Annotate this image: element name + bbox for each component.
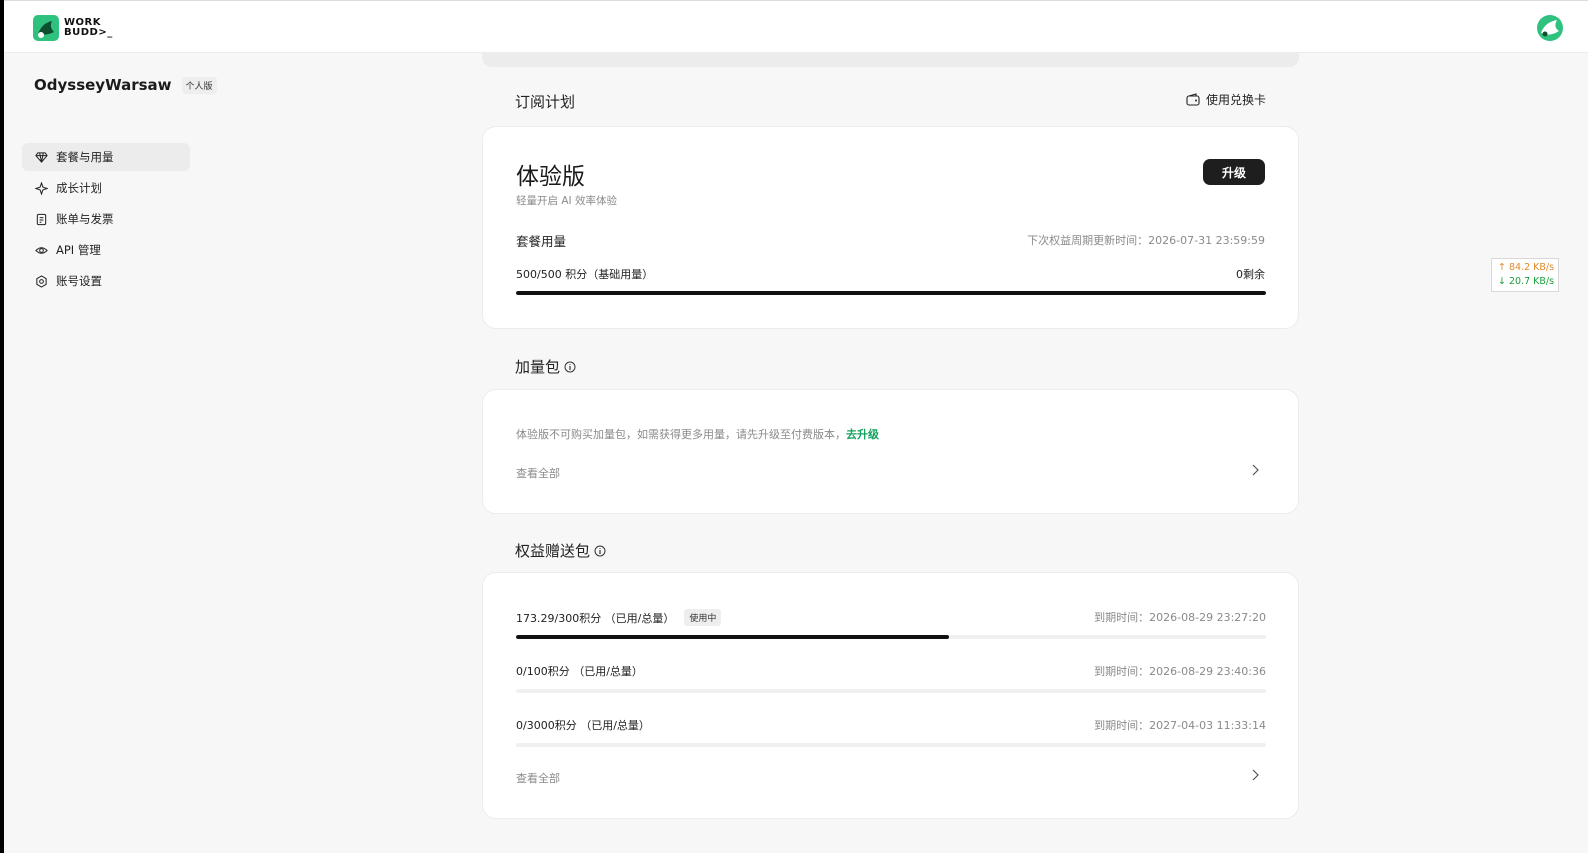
- logo-wordmark: WORK BUDD>_: [64, 18, 113, 38]
- grant-amount: 0/3000积分 （已用/总量）: [516, 719, 650, 732]
- grant-progress-bar: [516, 635, 1266, 639]
- sidebar-item-label: 套餐与用量: [56, 150, 114, 164]
- sidebar-item-label: 账单与发票: [56, 212, 114, 226]
- sidebar-item-account-settings[interactable]: 账号设置: [22, 267, 190, 295]
- grant-amount-wrap: 173.29/300积分 （已用/总量） 使用中: [516, 609, 722, 626]
- network-speed-widget: ↑ 84.2 KB/s ↓ 20.7 KB/s: [1491, 258, 1559, 292]
- download-speed: ↓ 20.7 KB/s: [1498, 276, 1555, 287]
- go-upgrade-link[interactable]: 去升级: [846, 428, 879, 441]
- grant-amount-wrap: 0/100积分 （已用/总量）: [516, 663, 643, 679]
- usage-progress-fill: [516, 291, 1266, 295]
- sidebar-item-label: API 管理: [56, 243, 101, 257]
- info-icon[interactable]: [564, 361, 576, 373]
- grant-expiry: 到期时间：2026-08-29 23:27:20: [1094, 611, 1266, 624]
- sidebar-nav: 套餐与用量 成长计划 账单与发票 API 管理 账号设置: [22, 143, 190, 298]
- sidebar-item-label: 账号设置: [56, 274, 102, 288]
- grant-progress-fill: [516, 635, 950, 639]
- addon-view-all-link[interactable]: 查看全部: [516, 465, 560, 481]
- grants-view-all-link[interactable]: 查看全部: [516, 770, 560, 786]
- usage-remaining: 0剩余: [1236, 268, 1265, 281]
- previous-card-bottom: [482, 53, 1299, 67]
- plan-description: 轻量开启 AI 效率体验: [516, 195, 617, 207]
- grant-amount: 0/100积分 （已用/总量）: [516, 665, 643, 678]
- subscription-card: 体验版 轻量开启 AI 效率体验 升级 套餐用量 下次权益周期更新时间：2026…: [482, 126, 1299, 329]
- receipt-icon: [36, 213, 47, 225]
- upload-speed: ↑ 84.2 KB/s: [1498, 262, 1555, 273]
- logo-icon: [33, 15, 59, 41]
- app-logo[interactable]: WORK BUDD>_: [32, 14, 113, 42]
- usage-progress-bar: [516, 291, 1266, 295]
- addon-section-title: 加量包: [515, 356, 576, 377]
- plan-name: 体验版: [516, 164, 585, 190]
- logo-text-line2: BUDD>_: [64, 27, 113, 38]
- usage-title: 套餐用量: [516, 234, 567, 249]
- subscription-section-title: 订阅计划: [515, 91, 575, 112]
- top-bar: WORK BUDD>_: [4, 0, 1588, 53]
- sidebar-item-growth-plan[interactable]: 成长计划: [22, 174, 190, 202]
- addon-card: 体验版不可购买加量包，如需获得更多用量，请先升级至付费版本，去升级 查看全部: [482, 389, 1299, 514]
- sidebar-item-plan-usage[interactable]: 套餐与用量: [22, 143, 190, 171]
- chevron-right-icon[interactable]: [1250, 464, 1260, 476]
- wallet-icon: [1186, 93, 1200, 106]
- gear-icon: [36, 274, 47, 288]
- grants-section-title: 权益赠送包: [515, 540, 606, 561]
- usage-amount: 500/500 积分（基础用量）: [516, 268, 654, 281]
- plan-type-badge: 个人版: [181, 76, 217, 94]
- addon-notice-text: 体验版不可购买加量包，如需获得更多用量，请先升级至付费版本，: [516, 428, 846, 441]
- redeem-card-button[interactable]: 使用兑换卡: [1186, 91, 1266, 108]
- chevron-right-icon[interactable]: [1250, 769, 1260, 781]
- section-title-text: 权益赠送包: [515, 542, 591, 560]
- diamond-icon: [35, 151, 48, 163]
- section-title-text: 订阅计划: [515, 93, 576, 111]
- addon-notice: 体验版不可购买加量包，如需获得更多用量，请先升级至付费版本，去升级: [516, 426, 879, 442]
- sparkle-icon: [35, 181, 48, 195]
- section-title-text: 加量包: [515, 358, 561, 376]
- sidebar-item-api[interactable]: API 管理: [22, 236, 190, 264]
- grant-amount: 173.29/300积分 （已用/总量）: [516, 611, 675, 625]
- grant-expiry: 到期时间：2026-08-29 23:40:36: [1094, 665, 1266, 678]
- sidebar-item-label: 成长计划: [56, 181, 102, 195]
- in-use-badge: 使用中: [684, 609, 722, 626]
- grant-progress-bar: [516, 689, 1266, 693]
- grant-expiry: 到期时间：2027-04-03 11:33:14: [1094, 719, 1266, 732]
- redeem-label: 使用兑换卡: [1205, 93, 1266, 107]
- renew-time: 下次权益周期更新时间：2026-07-31 23:59:59: [1027, 234, 1265, 247]
- eye-icon: [35, 246, 48, 254]
- info-icon[interactable]: [594, 545, 606, 557]
- grant-progress-bar: [516, 743, 1266, 747]
- grant-amount-wrap: 0/3000积分 （已用/总量）: [516, 717, 650, 733]
- grants-card: 173.29/300积分 （已用/总量） 使用中 到期时间：2026-08-29…: [482, 572, 1299, 819]
- profile-name: OdysseyWarsaw: [34, 76, 172, 94]
- upgrade-button[interactable]: 升级: [1203, 159, 1265, 185]
- profile-header: OdysseyWarsaw 个人版: [34, 76, 217, 94]
- sidebar-item-billing[interactable]: 账单与发票: [22, 205, 190, 233]
- window-left-border: [0, 0, 4, 853]
- user-avatar-icon[interactable]: [1536, 14, 1564, 42]
